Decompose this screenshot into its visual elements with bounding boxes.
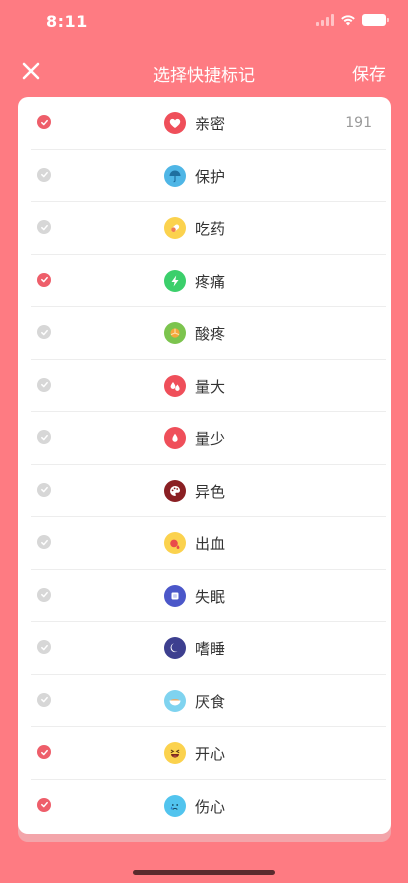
checkmark-icon[interactable]: [37, 115, 51, 129]
checkmark-icon[interactable]: [37, 430, 51, 444]
laughing-face-icon: [164, 742, 186, 764]
nav-bar: 选择快捷标记 保存: [0, 52, 408, 92]
checkmark-icon[interactable]: [37, 692, 51, 707]
tag-label: 疼痛: [195, 272, 226, 291]
status-time: 8:11: [46, 12, 88, 31]
tag-row[interactable]: 酸疼: [18, 307, 391, 360]
tag-label: 厌食: [195, 692, 226, 711]
signal-icon: [316, 14, 334, 26]
tag-row[interactable]: 嗜睡: [18, 622, 391, 675]
tag-label: 伤心: [195, 797, 226, 816]
tag-row[interactable]: 异色: [18, 465, 391, 517]
status-bar: 8:11: [0, 0, 408, 44]
sad-face-icon: [164, 794, 186, 817]
tag-label: 量少: [195, 430, 226, 448]
palette-icon: [164, 479, 186, 502]
tag-row[interactable]: 保护: [18, 150, 391, 202]
umbrella-icon: [164, 164, 186, 187]
tag-count: 191: [345, 115, 372, 131]
tag-label: 嗜睡: [195, 640, 226, 658]
tag-label: 开心: [195, 745, 226, 763]
save-button[interactable]: 保存: [352, 60, 386, 85]
page-title: 选择快捷标记: [153, 66, 255, 86]
checkmark-icon[interactable]: [37, 377, 51, 392]
tag-label: 亲密: [195, 115, 226, 133]
checkmark-icon[interactable]: [37, 745, 51, 759]
tag-row[interactable]: 量大: [18, 360, 391, 412]
bleeding-icon: [164, 532, 186, 554]
wifi-icon: [341, 15, 355, 26]
citrus-icon: [164, 322, 186, 344]
checkmark-icon[interactable]: [37, 535, 51, 549]
tag-label: 出血: [195, 535, 226, 553]
tag-row[interactable]: 亲密 191: [18, 97, 391, 150]
bowl-icon: [164, 689, 186, 712]
tag-row[interactable]: 量少: [18, 412, 391, 465]
tag-label: 量大: [195, 377, 226, 396]
tag-row[interactable]: 开心: [18, 727, 391, 780]
tag-label: 酸疼: [195, 325, 226, 343]
battery-icon: [362, 14, 389, 26]
tag-label: 吃药: [195, 220, 226, 238]
checkmark-icon[interactable]: [37, 272, 51, 287]
home-indicator: [133, 870, 275, 875]
tag-row[interactable]: 失眠: [18, 570, 391, 622]
drop-icon: [164, 427, 186, 449]
lightning-icon: [164, 269, 186, 292]
tag-label: 失眠: [195, 587, 226, 606]
checkmark-icon[interactable]: [37, 587, 51, 602]
tag-row[interactable]: 疼痛: [18, 255, 391, 307]
moon-icon: [164, 637, 186, 659]
checkmark-icon[interactable]: [37, 640, 51, 654]
tag-list-card: 亲密 191 保护吃药疼痛酸疼量大量少异色出血失眠嗜睡厌食开心伤心: [18, 97, 391, 834]
checkmark-icon[interactable]: [37, 482, 51, 497]
status-icons: [316, 14, 389, 26]
tag-row[interactable]: 出血: [18, 517, 391, 570]
pill-icon: [164, 217, 186, 239]
tag-row[interactable]: 伤心: [18, 780, 391, 833]
checkmark-icon[interactable]: [37, 220, 51, 234]
checkmark-icon[interactable]: [37, 797, 51, 812]
tag-row[interactable]: 厌食: [18, 675, 391, 727]
tag-label: 保护: [195, 167, 226, 186]
tag-row[interactable]: 吃药: [18, 202, 391, 255]
tag-label: 异色: [195, 482, 226, 501]
drops-icon: [164, 374, 186, 397]
heart-icon: [164, 112, 186, 134]
checkmark-icon[interactable]: [37, 325, 51, 339]
checkmark-icon[interactable]: [37, 167, 51, 182]
square-icon: [164, 584, 186, 607]
